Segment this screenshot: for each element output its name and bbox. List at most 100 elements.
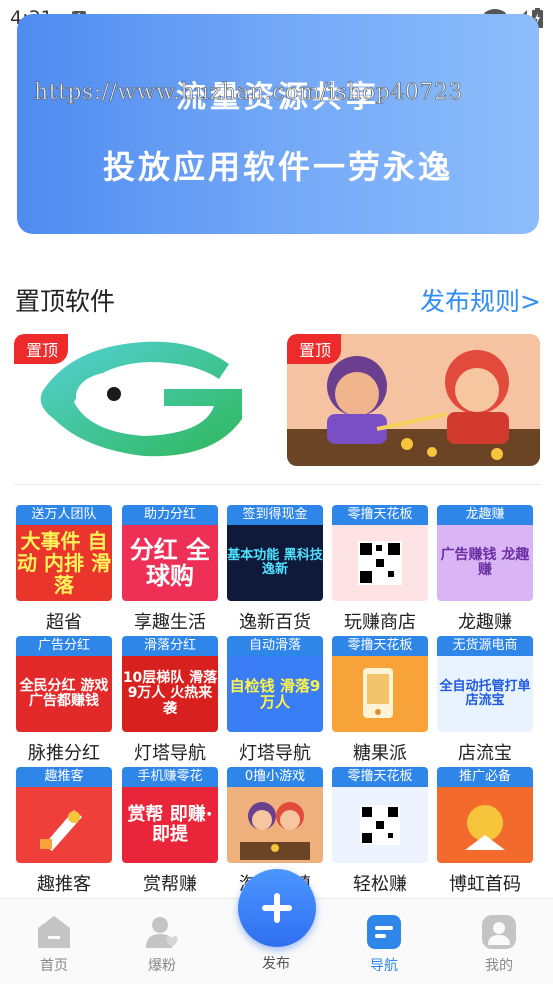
publish-label: 发布 bbox=[262, 956, 290, 972]
app-promo-text: 10层梯队 滑落9万人 火热来袭 bbox=[122, 656, 218, 732]
app-promo-art bbox=[332, 525, 428, 601]
banner-subline: 投放应用软件一劳永逸 bbox=[102, 148, 453, 186]
app-name: 赏帮赚 bbox=[143, 874, 197, 895]
app-tag: 签到得现金 bbox=[227, 505, 323, 525]
app-tile[interactable]: 零撸天花板 糖果派 bbox=[332, 636, 428, 765]
app-thumbnail: 滑落分红 10层梯队 滑落9万人 火热来袭 bbox=[122, 636, 218, 732]
tab-fans[interactable]: 爆粉 bbox=[122, 899, 202, 984]
app-promo-text: 全自动托管打单 店流宝 bbox=[437, 656, 533, 732]
app-promo-art bbox=[16, 787, 112, 863]
app-thumbnail: 送万人团队 大事件 自动 内排 滑落 bbox=[16, 505, 112, 601]
app-thumbnail: 助力分红 分红 全球购 bbox=[122, 505, 218, 601]
tab-label: 首页 bbox=[40, 958, 68, 974]
app-thumbnail: 零撸天花板 bbox=[332, 767, 428, 863]
app-tile[interactable]: 零撸天花板 轻松赚 bbox=[332, 767, 428, 896]
app-promo-art bbox=[227, 787, 323, 863]
game-character-icon bbox=[240, 802, 310, 860]
celebration-illustration-icon bbox=[465, 805, 505, 850]
app-name: 逸新百货 bbox=[239, 612, 311, 633]
app-name: 趣推客 bbox=[37, 874, 91, 895]
app-tag: 滑落分红 bbox=[122, 636, 218, 656]
app-thumbnail: 0撸小游戏 bbox=[227, 767, 323, 863]
app-thumbnail: 广告分红 全民分红 游戏广告都赚钱 bbox=[16, 636, 112, 732]
pinned-tag: 置顶 bbox=[287, 334, 342, 364]
tab-navigation[interactable]: 导航 bbox=[344, 899, 424, 984]
app-tag: 助力分红 bbox=[122, 505, 218, 525]
app-tile[interactable]: 趣推客 趣推客 bbox=[16, 767, 112, 896]
app-tag: 0撸小游戏 bbox=[227, 767, 323, 787]
profile-icon bbox=[482, 915, 516, 949]
app-tile[interactable]: 广告分红 全民分红 游戏广告都赚钱 脉推分红 bbox=[16, 636, 112, 765]
app-tag: 零撸天花板 bbox=[332, 767, 428, 787]
app-promo-text: 赏帮 即赚·即提 bbox=[122, 787, 218, 863]
app-tile[interactable]: 自动滑落 自检钱 滑落9万人 灯塔导航 bbox=[227, 636, 323, 765]
section-title: 置顶软件 bbox=[15, 287, 116, 316]
home-icon bbox=[38, 916, 70, 948]
app-promo-art bbox=[332, 787, 428, 863]
app-name: 博虹首码 bbox=[449, 874, 521, 895]
app-tag: 龙趣赚 bbox=[437, 505, 533, 525]
publish-rules-link[interactable]: 发布规则> bbox=[420, 282, 541, 318]
divider bbox=[14, 484, 540, 485]
user-heart-icon bbox=[146, 917, 178, 948]
app-promo-text: 广告赚钱 龙趣赚 bbox=[437, 525, 533, 601]
pinned-card[interactable]: 置顶 bbox=[287, 334, 540, 466]
app-promo-text: 大事件 自动 内排 滑落 bbox=[16, 525, 112, 601]
app-promo-text: 分红 全球购 bbox=[122, 525, 218, 601]
app-thumbnail: 零撸天花板 bbox=[332, 505, 428, 601]
app-tag: 零撸天花板 bbox=[332, 505, 428, 525]
app-name: 店流宝 bbox=[458, 743, 512, 764]
promo-banner[interactable]: 流量资源共享 投放应用软件一劳永逸 bbox=[17, 14, 539, 234]
app-tag: 无货源电商 bbox=[437, 636, 533, 656]
app-thumbnail: 推广必备 bbox=[437, 767, 533, 863]
tab-label: 我的 bbox=[485, 958, 513, 974]
app-name: 脉推分红 bbox=[28, 743, 100, 764]
app-thumbnail: 手机赚零花 赏帮 即赚·即提 bbox=[122, 767, 218, 863]
app-tag: 手机赚零花 bbox=[122, 767, 218, 787]
app-thumbnail: 趣推客 bbox=[16, 767, 112, 863]
tab-home[interactable]: 首页 bbox=[14, 899, 94, 984]
app-tile[interactable]: 无货源电商 全自动托管打单 店流宝 店流宝 bbox=[437, 636, 533, 765]
app-thumbnail: 自动滑落 自检钱 滑落9万人 bbox=[227, 636, 323, 732]
app-name: 玩赚商店 bbox=[344, 612, 416, 633]
app-name: 超省 bbox=[46, 612, 82, 633]
app-tile[interactable]: 签到得现金 基本功能 黑科技 逸新 逸新百货 bbox=[227, 505, 323, 634]
app-tag: 零撸天花板 bbox=[332, 636, 428, 656]
app-promo-text: 全民分红 游戏广告都赚钱 bbox=[16, 656, 112, 732]
app-tile[interactable]: 龙趣赚 广告赚钱 龙趣赚 龙趣赚 bbox=[437, 505, 533, 634]
rocket-illustration-icon bbox=[40, 810, 82, 851]
app-tile[interactable]: 助力分红 分红 全球购 享趣生活 bbox=[122, 505, 218, 634]
tab-label: 爆粉 bbox=[148, 958, 176, 974]
app-name: 糖果派 bbox=[353, 743, 407, 764]
tab-label: 导航 bbox=[370, 958, 398, 974]
app-name: 灯塔导航 bbox=[239, 743, 311, 764]
app-tile[interactable]: 手机赚零花 赏帮 即赚·即提 赏帮赚 bbox=[122, 767, 218, 896]
pinned-card[interactable]: 置顶 bbox=[14, 334, 268, 466]
app-tag: 广告分红 bbox=[16, 636, 112, 656]
app-tile[interactable]: 推广必备 博虹首码 bbox=[437, 767, 533, 896]
app-promo-art bbox=[332, 656, 428, 732]
app-tile[interactable]: 滑落分红 10层梯队 滑落9万人 火热来袭 灯塔导航 bbox=[122, 636, 218, 765]
phone-illustration-icon bbox=[363, 668, 393, 718]
qr-code-icon bbox=[360, 805, 400, 845]
app-thumbnail: 签到得现金 基本功能 黑科技 逸新 bbox=[227, 505, 323, 601]
app-tag: 推广必备 bbox=[437, 767, 533, 787]
publish-button[interactable] bbox=[238, 869, 316, 947]
watermark-url: https://www.huzhan.com/ishop40723 bbox=[34, 80, 463, 106]
app-name: 龙趣赚 bbox=[458, 612, 512, 633]
app-thumbnail: 无货源电商 全自动托管打单 店流宝 bbox=[437, 636, 533, 732]
app-promo-text: 基本功能 黑科技 逸新 bbox=[227, 525, 323, 601]
plus-icon bbox=[262, 893, 292, 923]
app-tile[interactable]: 零撸天花板 玩赚商店 bbox=[332, 505, 428, 634]
app-tag: 趣推客 bbox=[16, 767, 112, 787]
app-promo-art bbox=[437, 787, 533, 863]
app-name: 灯塔导航 bbox=[134, 743, 206, 764]
app-tag: 自动滑落 bbox=[227, 636, 323, 656]
app-tag: 送万人团队 bbox=[16, 505, 112, 525]
navigation-icon bbox=[367, 915, 401, 949]
app-tile[interactable]: 送万人团队 大事件 自动 内排 滑落 超省 bbox=[16, 505, 112, 634]
app-thumbnail: 零撸天花板 bbox=[332, 636, 428, 732]
app-name: 享趣生活 bbox=[134, 612, 206, 633]
qr-code-icon bbox=[358, 541, 402, 585]
tab-profile[interactable]: 我的 bbox=[459, 899, 539, 984]
